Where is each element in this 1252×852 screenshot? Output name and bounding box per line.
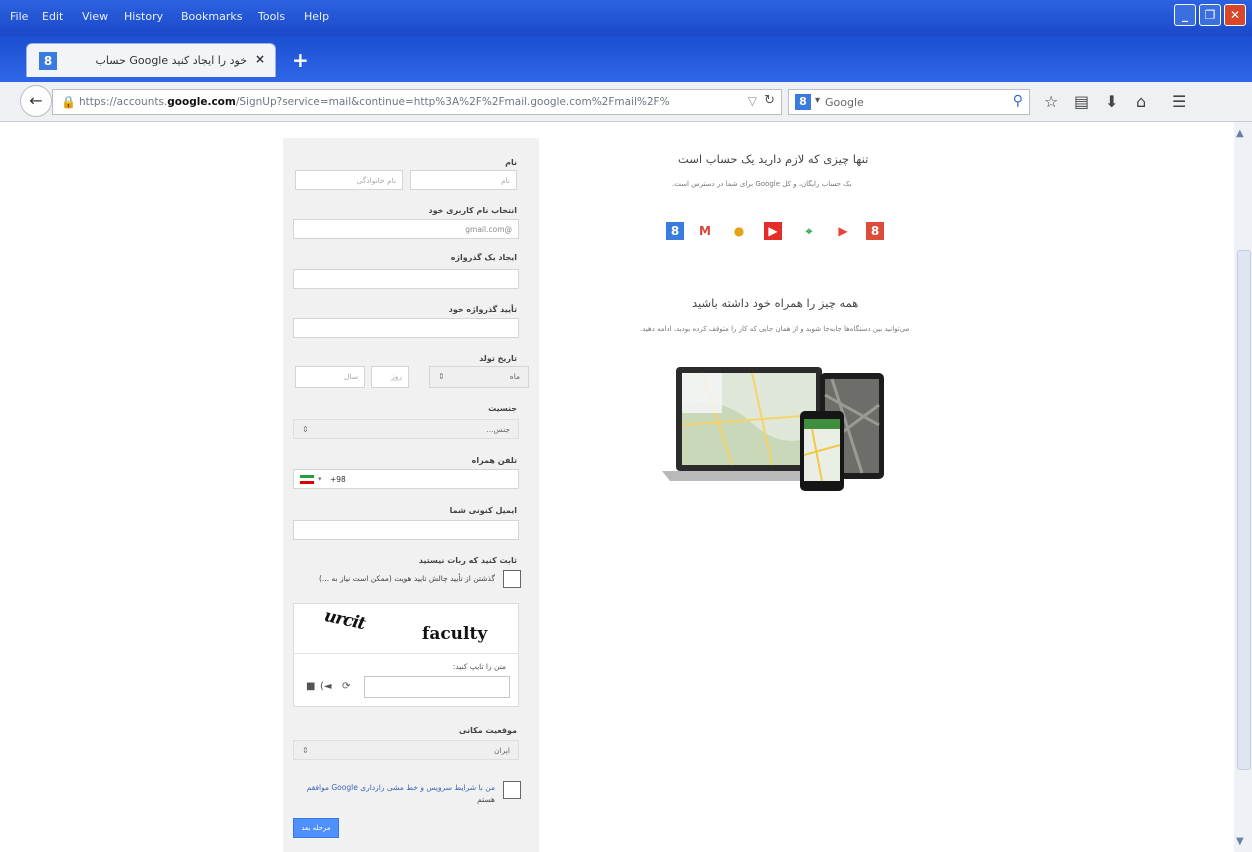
skip-verification-text: گذشتن از تأیید چالش تایید هویت (ممکن است… [319, 574, 495, 583]
maps-icon: ⌖ [800, 222, 818, 240]
chevron-down-icon[interactable]: ▾ [815, 95, 820, 106]
next-step-button[interactable]: مرحله بعد [293, 818, 339, 838]
captcha-input[interactable] [364, 676, 510, 698]
tab-signup[interactable]: 8 خود را ایجاد کنید Google حساب × [26, 43, 276, 77]
day-placeholder: روز [391, 372, 402, 381]
gender-value: جنس... [486, 425, 510, 434]
username-suffix: @gmail.com [465, 225, 512, 234]
menu-file[interactable]: File [10, 10, 28, 23]
refresh-captcha-icon[interactable]: ⟳ [342, 681, 350, 692]
gender-label: جنسیت [488, 404, 517, 413]
username-label: انتخاب نام کاربری خود [428, 206, 517, 215]
phone-prefix: +98 [330, 475, 346, 484]
search-bar[interactable]: 8 ▾ Google ⚲ [788, 89, 1030, 115]
captcha-prompt: متن را تایپ کنید: [452, 662, 506, 671]
google-plus-red-icon: 8 [866, 222, 884, 240]
youtube-icon: ▶ [764, 222, 782, 240]
devices-illustration [662, 367, 884, 491]
maximize-button[interactable]: ❐ [1199, 4, 1221, 26]
captcha-word-1: urcit [322, 605, 367, 635]
month-value: ماه [509, 372, 520, 381]
current-email-label: ایمیل کنونی شما [449, 506, 517, 515]
speaker-icon[interactable]: ◄) [320, 681, 332, 692]
birth-month-select[interactable]: ماه ⇕ [429, 366, 529, 388]
promo-title-2: همه چیز را همراه خود داشته باشید [692, 296, 859, 310]
lock-icon: 🔒 [61, 95, 76, 109]
menu-edit[interactable]: Edit [42, 10, 63, 23]
menu-tools[interactable]: Tools [258, 10, 285, 23]
last-name-field[interactable]: نام خانوادگی [295, 170, 403, 190]
reload-icon[interactable]: ↻ [764, 93, 775, 108]
location-label: موقعیت مکانی [459, 726, 517, 735]
audio-captcha-icon[interactable]: ■ [306, 681, 315, 692]
back-button[interactable]: ← [20, 85, 52, 117]
new-tab-button[interactable]: + [292, 48, 309, 72]
phone-field[interactable]: ▾ +98 [293, 469, 519, 489]
username-field[interactable]: @gmail.com [293, 219, 519, 239]
password-field[interactable] [293, 269, 519, 289]
promo-subtitle-2: می‌توانید بین دستگاه‌ها جابه‌جا شوید و ا… [640, 325, 910, 333]
signup-form: نام نام نام خانوادگی انتخاب نام کاربری خ… [283, 138, 539, 852]
birthday-label: تاریخ تولد [479, 354, 517, 363]
downloads-icon[interactable]: ⬇ [1105, 92, 1118, 111]
minimize-button[interactable]: _ [1174, 4, 1196, 26]
phone-label: تلفن همراه [471, 456, 517, 465]
first-name-placeholder: نام [500, 176, 510, 185]
current-email-field[interactable] [293, 520, 519, 540]
birth-year-field[interactable]: سال [295, 366, 365, 388]
promo-title-1: تنها چیزی که لازم دارید یک حساب است [678, 152, 869, 166]
bookmark-star-icon[interactable]: ☆ [1044, 92, 1058, 111]
birth-day-field[interactable]: روز [371, 366, 409, 388]
menu-bookmarks[interactable]: Bookmarks [181, 10, 242, 23]
menu-help[interactable]: Help [304, 10, 329, 23]
terms-checkbox[interactable] [503, 781, 521, 799]
menu-bar: File Edit View History Bookmarks Tools H… [0, 0, 1252, 36]
menu-view[interactable]: View [82, 10, 108, 23]
confirm-password-field[interactable] [293, 318, 519, 338]
tab-title: خود را ایجاد کنید Google حساب [95, 54, 247, 67]
menu-history[interactable]: History [124, 10, 163, 23]
chevron-down-icon: ⇕ [302, 425, 309, 434]
year-placeholder: سال [343, 372, 358, 381]
search-input[interactable]: Google [825, 96, 864, 109]
last-name-placeholder: نام خانوادگی [356, 176, 396, 185]
chevron-down-icon: ⇕ [302, 746, 309, 755]
chevron-down-icon: ▾ [318, 475, 322, 483]
chrome-icon: ● [730, 222, 748, 240]
first-name-field[interactable]: نام [410, 170, 517, 190]
close-tab-icon[interactable]: × [255, 52, 265, 66]
gender-select[interactable]: جنس... ⇕ [293, 419, 519, 439]
menu-icon[interactable]: ☰ [1172, 92, 1186, 111]
google-plus-icon: 8 [666, 222, 684, 240]
prove-not-robot-label: ثابت کنید که ربات نیستید [418, 556, 517, 565]
captcha-box: urcit faculty متن را تایپ کنید: ■ ◄) ⟳ [293, 603, 519, 707]
bookmarks-menu-icon[interactable]: ▤ [1074, 92, 1089, 111]
play-icon: ▶ [834, 222, 852, 240]
iran-flag-icon[interactable] [300, 475, 314, 484]
password-label: ایجاد یک گذرواژه [450, 253, 517, 262]
google-favicon-icon: 8 [39, 52, 57, 70]
location-select[interactable]: ایران ⇕ [293, 740, 519, 760]
promo-subtitle-1: یک حساب رایگان، و کل Google برای شما در … [672, 180, 852, 188]
home-icon[interactable]: ⌂ [1136, 92, 1146, 111]
confirm-password-label: تأیید گذرواژه خود [448, 305, 517, 314]
url-text: https://accounts.google.com/SignUp?servi… [79, 96, 670, 108]
captcha-word-2: faculty [422, 624, 488, 644]
skip-verification-checkbox[interactable] [503, 570, 521, 588]
url-bar[interactable]: 🔒 https://accounts.google.com/SignUp?ser… [52, 89, 782, 115]
gmail-icon: M [696, 222, 714, 240]
captcha-image: urcit faculty [294, 604, 518, 654]
scrollbar-thumb[interactable] [1237, 250, 1251, 770]
chevron-down-icon: ⇕ [438, 372, 445, 381]
close-window-button[interactable]: ✕ [1224, 4, 1246, 26]
scroll-up-icon[interactable]: ▲ [1236, 128, 1244, 139]
location-value: ایران [494, 746, 510, 755]
search-icon[interactable]: ⚲ [1013, 93, 1023, 109]
scroll-down-icon[interactable]: ▼ [1236, 836, 1244, 847]
search-engine-icon[interactable]: 8 [795, 94, 811, 110]
dropdown-arrow-icon[interactable]: ▽ [748, 94, 757, 108]
terms-link[interactable]: من با شرایط سرویس و خط مشی رازداری Googl… [307, 783, 495, 792]
terms-text-2: هستم [477, 795, 495, 804]
name-label: نام [505, 158, 517, 167]
